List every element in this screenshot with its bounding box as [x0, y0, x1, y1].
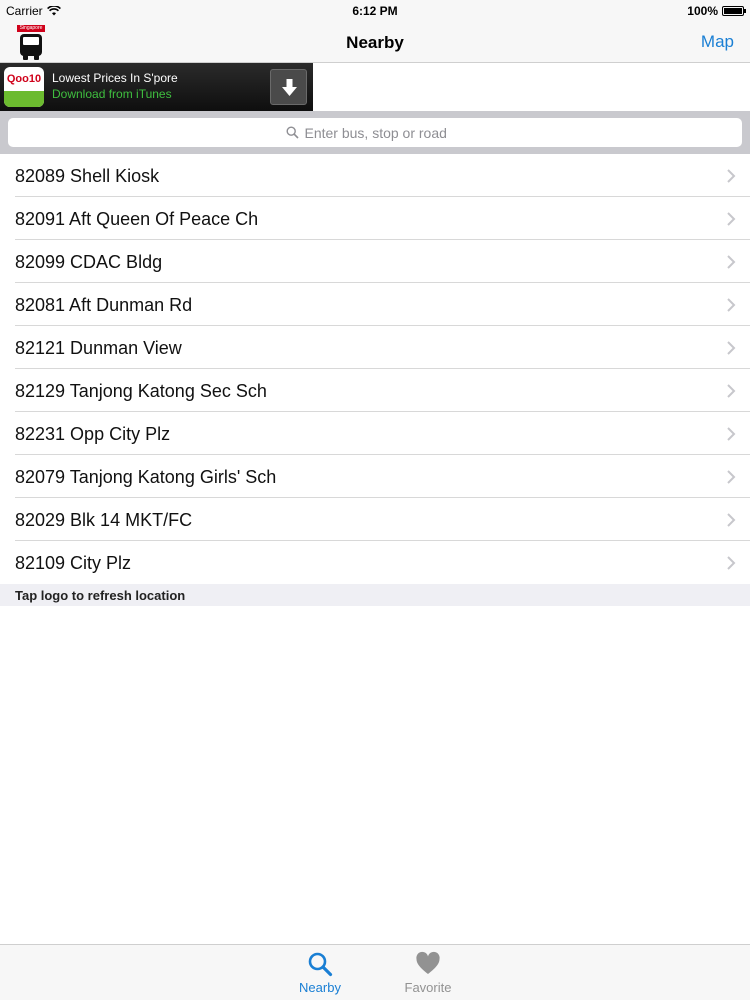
- refresh-hint-text: Tap logo to refresh location: [15, 588, 186, 603]
- chevron-right-icon: [727, 513, 736, 527]
- heart-icon: [416, 951, 440, 974]
- chevron-right-icon: [727, 427, 736, 441]
- stop-label: 82091 Aft Queen Of Peace Ch: [15, 209, 259, 229]
- ad-banner[interactable]: Qoo10 Lowest Prices In S'pore Download f…: [0, 63, 313, 111]
- chevron-right-icon: [727, 169, 736, 183]
- stop-label: 82109 City Plz: [15, 553, 132, 573]
- stop-row[interactable]: 82099 CDAC Bldg: [0, 240, 750, 283]
- stop-label: 82121 Dunman View: [15, 338, 182, 358]
- chevron-right-icon: [727, 384, 736, 398]
- ad-download-button[interactable]: [270, 69, 307, 105]
- download-arrow-icon: [282, 79, 297, 96]
- stop-row[interactable]: 82231 Opp City Plz: [0, 412, 750, 455]
- refresh-hint: Tap logo to refresh location: [0, 584, 750, 606]
- battery-percent: 100%: [687, 4, 718, 18]
- stop-row[interactable]: 82029 Blk 14 MKT/FC: [0, 498, 750, 541]
- search-input[interactable]: [304, 124, 465, 141]
- chevron-right-icon: [727, 470, 736, 484]
- tab-favorite-label: Favorite: [404, 980, 452, 995]
- logo-tag: Singapore: [17, 25, 45, 32]
- stop-row[interactable]: 82109 City Plz: [0, 541, 750, 584]
- battery-icon: [722, 6, 746, 16]
- map-button[interactable]: Map: [701, 32, 734, 52]
- chevron-right-icon: [727, 255, 736, 269]
- status-bar: Carrier 6:12 PM 100%: [0, 0, 750, 22]
- bus-wheel: [34, 55, 39, 60]
- bus-stop-list: 82089 Shell Kiosk 82091 Aft Queen Of Pea…: [0, 154, 750, 584]
- chevron-right-icon: [727, 556, 736, 570]
- status-time: 6:12 PM: [352, 4, 398, 18]
- bus-wheel: [23, 55, 28, 60]
- stop-label: 82099 CDAC Bldg: [15, 252, 163, 272]
- tab-nearby-label: Nearby: [299, 980, 341, 995]
- tab-nearby[interactable]: Nearby: [285, 951, 355, 995]
- page-title: Nearby: [346, 33, 404, 52]
- tab-favorite[interactable]: Favorite: [393, 951, 463, 995]
- stop-row[interactable]: 82129 Tanjong Katong Sec Sch: [0, 369, 750, 412]
- ad-title: Lowest Prices In S'pore: [52, 71, 178, 85]
- stop-label: 82129 Tanjong Katong Sec Sch: [15, 381, 267, 401]
- search-field[interactable]: [8, 118, 742, 147]
- ad-icon-grass: [4, 91, 44, 107]
- ad-subtitle: Download from iTunes: [52, 87, 172, 101]
- chevron-right-icon: [727, 298, 736, 312]
- search-icon: [308, 952, 333, 977]
- stop-row[interactable]: 82089 Shell Kiosk: [0, 154, 750, 197]
- stop-label: 82231 Opp City Plz: [15, 424, 171, 444]
- chevron-right-icon: [727, 341, 736, 355]
- search-icon: [285, 126, 299, 139]
- search-bar: [0, 111, 750, 154]
- tab-bar: Nearby Favorite: [0, 944, 750, 1000]
- stop-row[interactable]: 82121 Dunman View: [0, 326, 750, 369]
- stop-label: 82079 Tanjong Katong Girls' Sch: [15, 467, 277, 487]
- stop-label: 82029 Blk 14 MKT/FC: [15, 510, 193, 530]
- stop-row[interactable]: 82081 Aft Dunman Rd: [0, 283, 750, 326]
- stop-row[interactable]: 82091 Aft Queen Of Peace Ch: [0, 197, 750, 240]
- status-right: 100%: [687, 4, 746, 18]
- stop-row[interactable]: 82079 Tanjong Katong Girls' Sch: [0, 455, 750, 498]
- chevron-right-icon: [727, 212, 736, 226]
- stop-label: 82081 Aft Dunman Rd: [15, 295, 193, 315]
- ad-brand: Qoo10: [6, 73, 42, 85]
- stop-label: 82089 Shell Kiosk: [15, 166, 160, 186]
- ad-app-icon: Qoo10: [4, 67, 44, 107]
- navigation-bar: Singapore Nearby Map: [0, 22, 750, 63]
